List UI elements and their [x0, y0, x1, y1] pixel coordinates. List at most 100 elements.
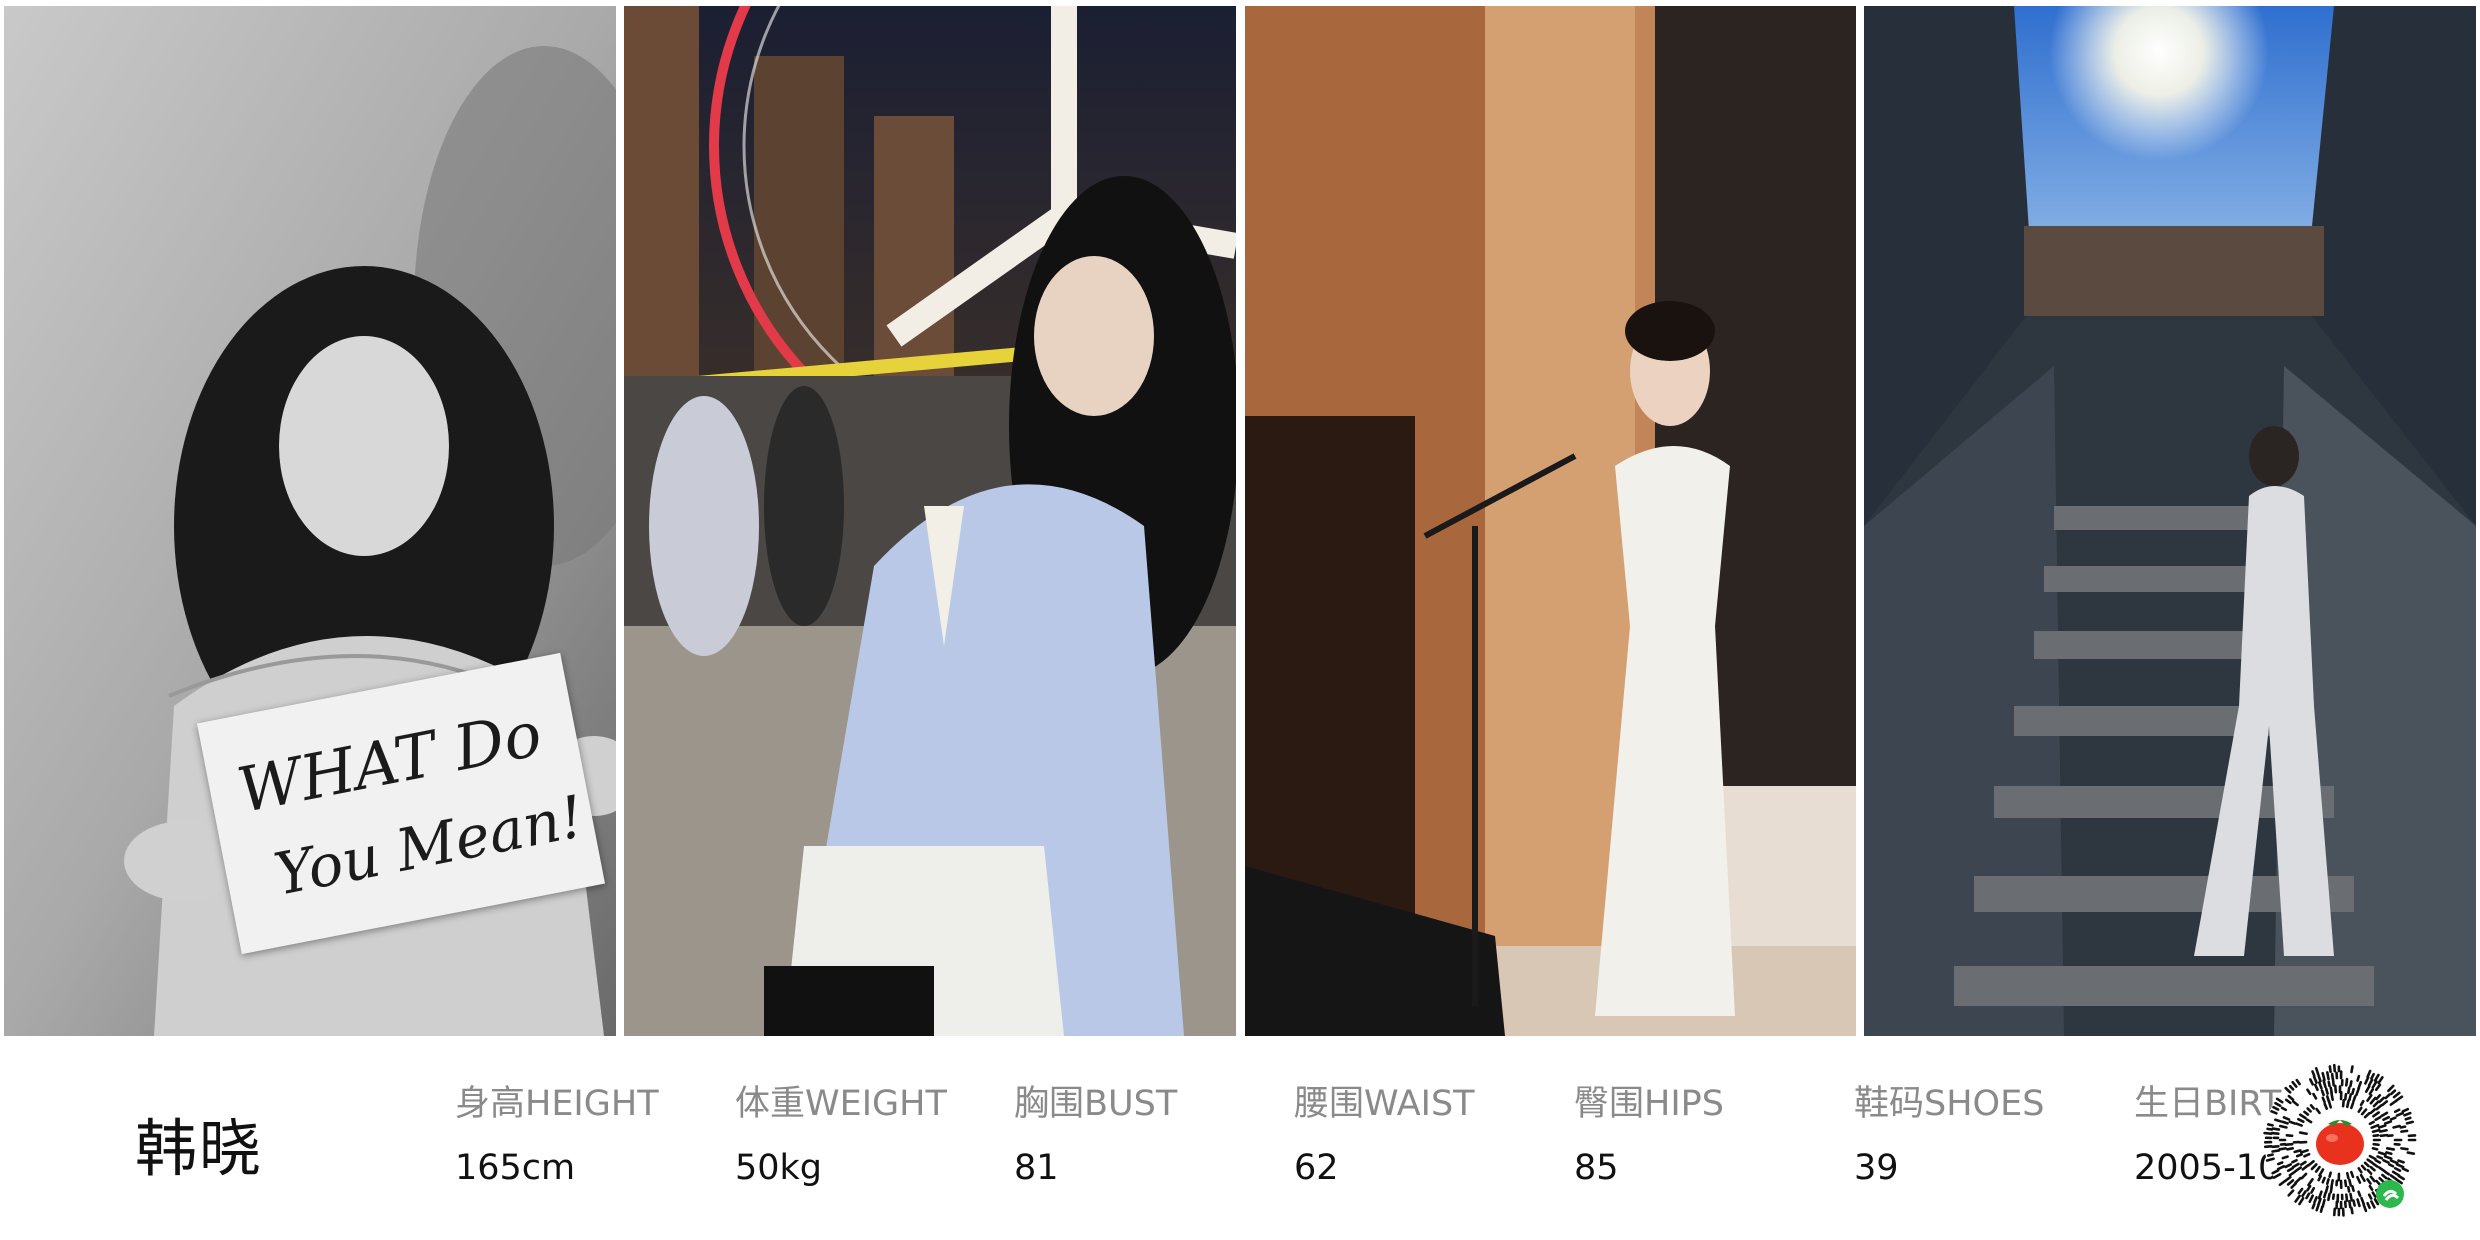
qr-dash: [2341, 1098, 2345, 1108]
qr-dash: [2329, 1185, 2333, 1194]
qr-dash: [2295, 1153, 2303, 1158]
qr-dash: [2350, 1065, 2354, 1074]
qr-dash: [2349, 1080, 2353, 1088]
qr-dash: [2352, 1095, 2357, 1103]
qr-dash: [2397, 1159, 2405, 1164]
stat-weight-value: 50kg: [735, 1148, 823, 1188]
qr-dash: [2325, 1095, 2330, 1102]
qr-dash: [2288, 1120, 2297, 1125]
qr-dash: [2266, 1153, 2274, 1157]
photo-stairs-sunlight: [1864, 6, 2476, 1036]
qr-dash: [2371, 1128, 2381, 1134]
qr-dash: [2405, 1120, 2414, 1125]
stat-bust-label: 胸围BUST: [1014, 1084, 1178, 1124]
qr-dash: [2321, 1176, 2326, 1184]
qr-dash: [2278, 1124, 2288, 1129]
qr-dash: [2321, 1198, 2326, 1208]
qr-code-graphic: [2263, 1063, 2417, 1217]
link-icon: [2376, 1180, 2404, 1208]
qr-dash: [2359, 1099, 2365, 1107]
qr-dash: [2327, 1192, 2331, 1202]
qr-dash: [2368, 1120, 2375, 1126]
photo-stage-performance: [1245, 6, 1856, 1036]
qr-dash: [2349, 1192, 2354, 1202]
qr-dash: [2348, 1178, 2353, 1187]
qr-dash: [2356, 1198, 2361, 1208]
qr-dash: [2350, 1206, 2354, 1215]
qr-dash: [2372, 1142, 2380, 1147]
qr-dash: [2352, 1199, 2356, 1207]
qr-dash: [2313, 1196, 2318, 1204]
qr-dash: [2321, 1096, 2326, 1104]
qr-dash: [2348, 1199, 2352, 1209]
stat-bust: 胸围BUST 81: [1014, 1082, 1177, 1190]
qr-dash: [2298, 1131, 2308, 1136]
qr-dash: [2376, 1155, 2384, 1160]
qr-dash: [2400, 1129, 2409, 1133]
qr-dash: [2331, 1077, 2335, 1087]
stat-shoes-label: 鞋码SHOES: [1854, 1084, 2045, 1124]
qr-dash: [2330, 1179, 2334, 1189]
qr-dash: [2378, 1128, 2388, 1133]
qr-dash: [2265, 1157, 2275, 1162]
qr-dash: [2266, 1123, 2274, 1127]
stat-height-value: 165cm: [455, 1148, 576, 1188]
qr-dash: [2385, 1147, 2395, 1151]
qr-dash: [2350, 1101, 2355, 1110]
qr-dash: [2345, 1193, 2349, 1202]
qr-dash: [2271, 1149, 2281, 1153]
qr-dash: [2350, 1170, 2355, 1179]
stat-waist-label: 腰围WAIST: [1294, 1084, 1475, 1124]
qr-dash: [2328, 1171, 2332, 1178]
qr-dash: [2281, 1155, 2289, 1160]
qr-dash: [2392, 1124, 2401, 1129]
qr-dash: [2356, 1074, 2361, 1082]
qr-dash: [2326, 1071, 2330, 1081]
qr-dash: [2404, 1116, 2412, 1121]
qr-dash: [2324, 1087, 2329, 1095]
stat-shoes: 鞋码SHOES 39: [1854, 1082, 2044, 1190]
stat-hips-label: 臀围HIPS: [1574, 1084, 1724, 1124]
qr-dash: [2293, 1149, 2302, 1154]
qr-dash: [2274, 1118, 2283, 1123]
qr-dash: [2345, 1099, 2350, 1109]
qr-dash: [2311, 1202, 2316, 1210]
qr-dash: [2371, 1146, 2379, 1151]
qr-dash: [2281, 1120, 2289, 1125]
qr-dash: [2333, 1084, 2338, 1094]
qr-dash: [2389, 1116, 2397, 1121]
stat-bust-value: 81: [1014, 1148, 1059, 1188]
qr-dash: [2351, 1087, 2355, 1095]
qr-dash: [2278, 1147, 2287, 1151]
photo-bw-portrait: WHAT Do You Mean!: [4, 6, 616, 1036]
qr-dash: [2263, 1145, 2273, 1149]
stat-height: 身高HEIGHT 165cm: [455, 1082, 659, 1190]
qr-dash: [2329, 1086, 2333, 1095]
qr-dash: [2270, 1131, 2280, 1136]
qr-dash: [2345, 1171, 2350, 1180]
qr-dash: [2284, 1142, 2294, 1147]
qr-dash: [2263, 1131, 2273, 1135]
qr-dash: [2311, 1070, 2316, 1078]
mini-program-qr-code[interactable]: [2262, 1062, 2418, 1218]
qr-dash: [2324, 1185, 2329, 1194]
stat-hips-value: 85: [1574, 1148, 1619, 1188]
qr-dash: [2286, 1147, 2295, 1151]
qr-dash: [2347, 1185, 2351, 1193]
qr-dash: [2343, 1092, 2348, 1101]
photo-ferris-wheel-night: [624, 6, 1236, 1036]
qr-dash: [2393, 1108, 2401, 1114]
qr-dash: [2345, 1077, 2349, 1087]
qr-dash: [2271, 1127, 2281, 1131]
model-info-bar: [0, 1040, 2480, 1240]
qr-dash: [2266, 1127, 2274, 1131]
stat-height-label: 身高HEIGHT: [455, 1084, 659, 1124]
model-name: 韩晓: [135, 1112, 264, 1185]
qr-dash: [2347, 1086, 2351, 1095]
qr-dash: [2385, 1151, 2393, 1156]
qr-dash: [2323, 1191, 2327, 1199]
qr-dash: [2321, 1071, 2326, 1082]
qr-dash: [2351, 1185, 2355, 1192]
photo-gallery: WHAT Do You Mean!: [0, 0, 2480, 1040]
stat-weight-label: 体重WEIGHT: [735, 1084, 947, 1124]
